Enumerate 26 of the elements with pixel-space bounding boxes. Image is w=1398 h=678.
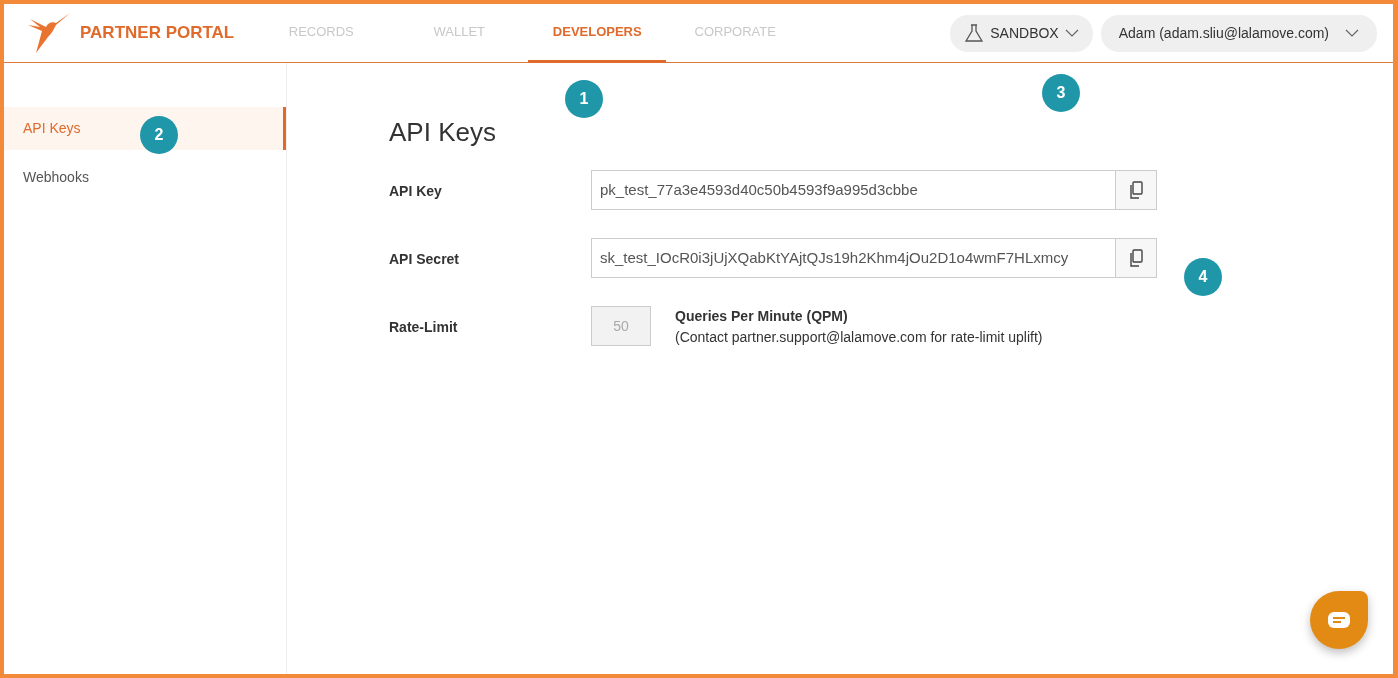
text-field[interactable]: pk_test_77a3e4593d40c50b4593f9a995d3cbbe xyxy=(591,170,1115,211)
copy-icon xyxy=(1129,181,1143,200)
page-title: API Keys xyxy=(389,117,497,149)
chevron-down-icon xyxy=(1345,29,1359,37)
field-label: API Key xyxy=(389,182,443,202)
callout-marker: 1 xyxy=(565,80,603,118)
copy-icon xyxy=(1129,249,1143,268)
rate-limit-field[interactable]: 50 xyxy=(591,306,651,347)
chat-bubble-icon xyxy=(1327,611,1351,629)
unit-label: Queries Per Minute (QPM) xyxy=(675,307,849,327)
chat-button[interactable] xyxy=(1310,591,1368,649)
sidebar-item[interactable]: Webhooks xyxy=(4,156,286,199)
field-label: Rate-Limit xyxy=(389,318,459,338)
copy-button[interactable] xyxy=(1115,170,1157,211)
contact-note: (Contact partner.support@lalamove.com for rate-limit uplift) xyxy=(675,328,1043,348)
copy-button[interactable] xyxy=(1115,238,1157,279)
text-field[interactable]: sk_test_IOcR0i3jUjXQabKtYAjtQJs19h2Khm4jOu2D1o4wmF7HLxmcy xyxy=(591,238,1115,279)
environment-dropdown[interactable]: SANDBOX xyxy=(950,14,1093,52)
brand-name: PARTNER PORTAL xyxy=(80,22,235,45)
nav-tab[interactable]: DEVELOPERS xyxy=(528,4,667,63)
chevron-down-icon xyxy=(1064,29,1079,37)
field-label: API Secret xyxy=(389,250,461,270)
callout-marker: 3 xyxy=(1042,74,1080,112)
user-dropdown[interactable]: Adam (adam.sliu@lalamove.com) xyxy=(1100,14,1377,52)
callout-marker: 4 xyxy=(1184,258,1222,296)
flask-icon xyxy=(964,23,985,43)
